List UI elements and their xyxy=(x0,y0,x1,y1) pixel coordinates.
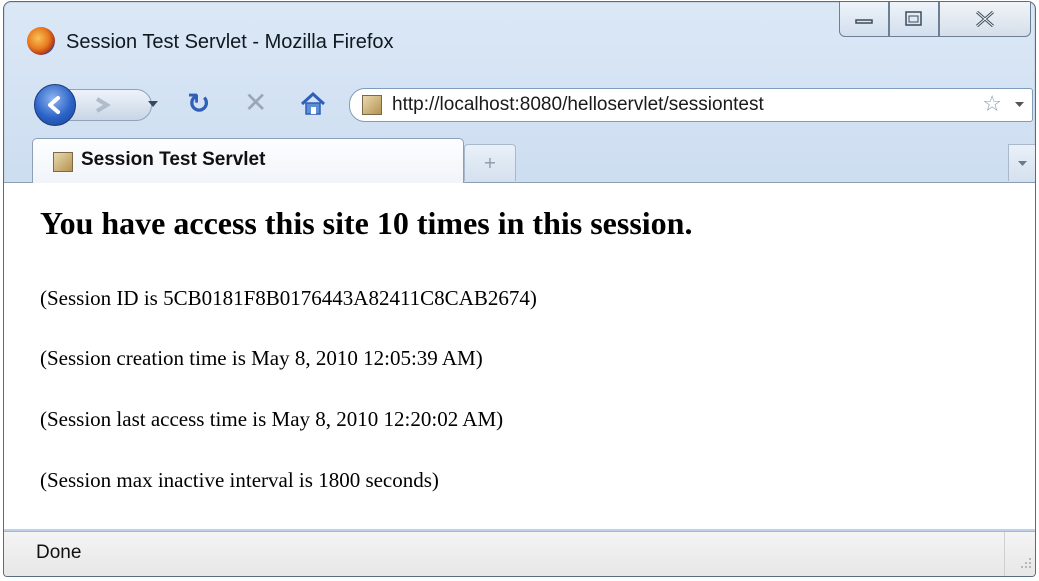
forward-button[interactable] xyxy=(64,89,152,121)
new-tab-button[interactable]: + xyxy=(464,144,516,181)
tab-label: Session Test Servlet xyxy=(81,149,266,170)
page-content: You have access this site 10 times in th… xyxy=(4,183,1035,529)
back-icon xyxy=(48,96,60,114)
session-id-text: (Session ID is 5CB0181F8B0176443A82411C8… xyxy=(40,286,537,310)
session-last-access-text: (Session last access time is May 8, 2010… xyxy=(40,407,504,431)
close-button[interactable] xyxy=(939,2,1031,37)
home-icon xyxy=(300,91,326,115)
stop-button[interactable]: ✕ xyxy=(244,88,267,118)
caption-buttons xyxy=(839,2,1031,38)
status-bar: Done xyxy=(4,531,1035,576)
close-icon xyxy=(976,10,994,28)
status-text: Done xyxy=(36,542,82,563)
session-max-interval-text: (Session max inactive interval is 1800 s… xyxy=(40,468,439,492)
url-text[interactable]: http://localhost:8080/helloservlet/sessi… xyxy=(392,94,764,116)
browser-window: Session Test Servlet - Mozilla Firefox ↻… xyxy=(3,1,1036,577)
stop-icon: ✕ xyxy=(244,86,268,119)
maximize-icon xyxy=(905,11,922,26)
url-dropdown-icon[interactable] xyxy=(1015,102,1024,107)
page-heading: You have access this site 10 times in th… xyxy=(40,205,693,241)
back-button[interactable] xyxy=(34,84,76,126)
address-bar[interactable]: http://localhost:8080/helloservlet/sessi… xyxy=(349,88,1033,122)
home-button[interactable] xyxy=(300,91,326,120)
window-title: Session Test Servlet - Mozilla Firefox xyxy=(66,31,394,53)
tab-strip: Session Test Servlet + xyxy=(4,134,1035,183)
reload-icon: ↻ xyxy=(187,87,211,120)
minimize-icon xyxy=(855,19,873,24)
title-bar[interactable]: Session Test Servlet - Mozilla Firefox xyxy=(4,2,1035,82)
navigation-toolbar: ↻ ✕ http://localhost:8080/helloservlet/s… xyxy=(4,82,1035,128)
tab-session-test-servlet[interactable]: Session Test Servlet xyxy=(32,138,464,183)
minimize-button[interactable] xyxy=(839,2,889,37)
reload-button[interactable]: ↻ xyxy=(187,89,210,119)
firefox-icon xyxy=(27,27,55,55)
plus-icon: + xyxy=(483,153,497,172)
session-creation-text: (Session creation time is May 8, 2010 12… xyxy=(40,346,483,370)
history-dropdown-icon[interactable] xyxy=(148,101,158,107)
resize-grip-icon[interactable] xyxy=(1004,532,1035,576)
bookmark-star-icon[interactable]: ☆ xyxy=(982,92,1002,117)
maximize-button[interactable] xyxy=(889,2,939,37)
tab-favicon-icon xyxy=(53,152,73,172)
chevron-down-icon xyxy=(1017,160,1027,166)
tab-list-button[interactable] xyxy=(1008,144,1035,181)
forward-icon xyxy=(95,97,111,113)
site-favicon-icon xyxy=(362,95,382,115)
